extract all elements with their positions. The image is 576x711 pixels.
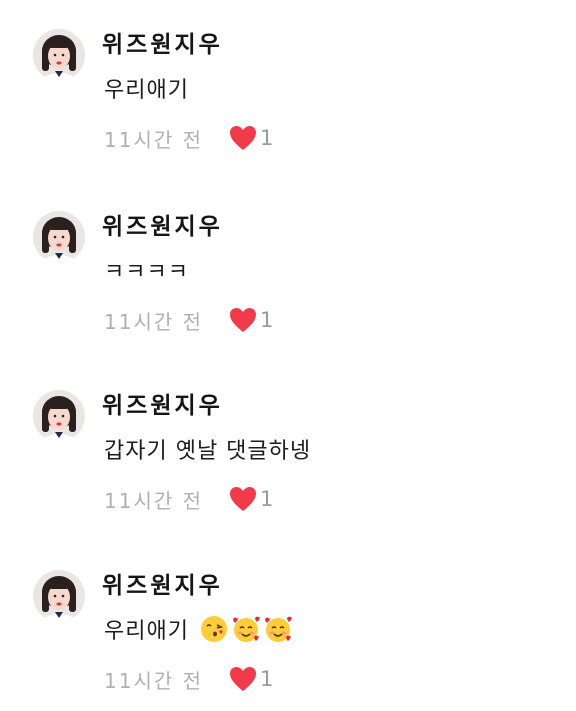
username[interactable]: 위즈원지우 [102, 386, 223, 420]
username[interactable]: 위즈원지우 [102, 207, 223, 241]
timestamp: 11시간 전 [104, 127, 204, 152]
comment-item: 위즈원지우 갑자기 옛날 댓글하넹 11시간 전 1 [0, 361, 576, 531]
like-count: 1 [260, 308, 274, 332]
smiling-face-with-hearts-icon [233, 616, 260, 642]
heart-icon [230, 667, 257, 691]
like-button[interactable]: 1 [229, 486, 273, 512]
avatar[interactable] [33, 390, 85, 442]
comment-meta: 11시간 전 1 [104, 306, 273, 334]
profile-photo [33, 390, 85, 442]
username[interactable]: 위즈원지우 [102, 25, 223, 59]
comment-text-body: ㅋㅋㅋㅋ [104, 260, 189, 285]
heart-icon [230, 308, 257, 332]
comment-list: 위즈원지우 우리애기 11시간 전 1 위즈원지우 ㅋㅋㅋㅋ 11시간 전 1 … [0, 0, 576, 711]
like-button[interactable]: 1 [229, 125, 273, 151]
comment-text-body: 우리애기 [104, 619, 189, 644]
timestamp: 11시간 전 [104, 309, 204, 334]
comment-meta: 11시간 전 1 [104, 124, 273, 152]
comment-text-body: 갑자기 옛날 댓글하넹 [104, 439, 312, 464]
username[interactable]: 위즈원지우 [102, 566, 223, 600]
like-button[interactable]: 1 [229, 666, 273, 692]
comment-text: 우리애기 [104, 72, 189, 104]
like-button[interactable]: 1 [229, 307, 273, 333]
comment-meta: 11시간 전 1 [104, 665, 273, 693]
profile-photo [33, 29, 85, 81]
comment-text: 갑자기 옛날 댓글하넹 [104, 433, 311, 465]
comment-item: 위즈원지우 ㅋㅋㅋㅋ 11시간 전 1 [0, 182, 576, 352]
heart-icon [230, 487, 257, 511]
timestamp: 11시간 전 [104, 488, 204, 513]
avatar[interactable] [33, 211, 85, 263]
profile-photo [33, 570, 85, 622]
emoji-group [199, 614, 293, 644]
like-count: 1 [260, 667, 274, 691]
comment-meta: 11시간 전 1 [104, 485, 273, 513]
comment-text: 우리애기 [104, 613, 293, 645]
comment-item: 위즈원지우 우리애기 11시간 전 1 [0, 541, 576, 711]
comment-item: 위즈원지우 우리애기 11시간 전 1 [0, 0, 576, 170]
comment-text-body: 우리애기 [104, 78, 189, 103]
avatar[interactable] [33, 29, 85, 81]
like-count: 1 [260, 487, 274, 511]
face-blowing-kiss-icon [200, 616, 227, 642]
heart-icon [230, 126, 257, 150]
comment-text: ㅋㅋㅋㅋ [104, 254, 189, 286]
timestamp: 11시간 전 [104, 668, 204, 693]
profile-photo [33, 211, 85, 263]
avatar[interactable] [33, 570, 85, 622]
like-count: 1 [260, 126, 274, 150]
smiling-face-with-hearts-icon [265, 616, 292, 642]
